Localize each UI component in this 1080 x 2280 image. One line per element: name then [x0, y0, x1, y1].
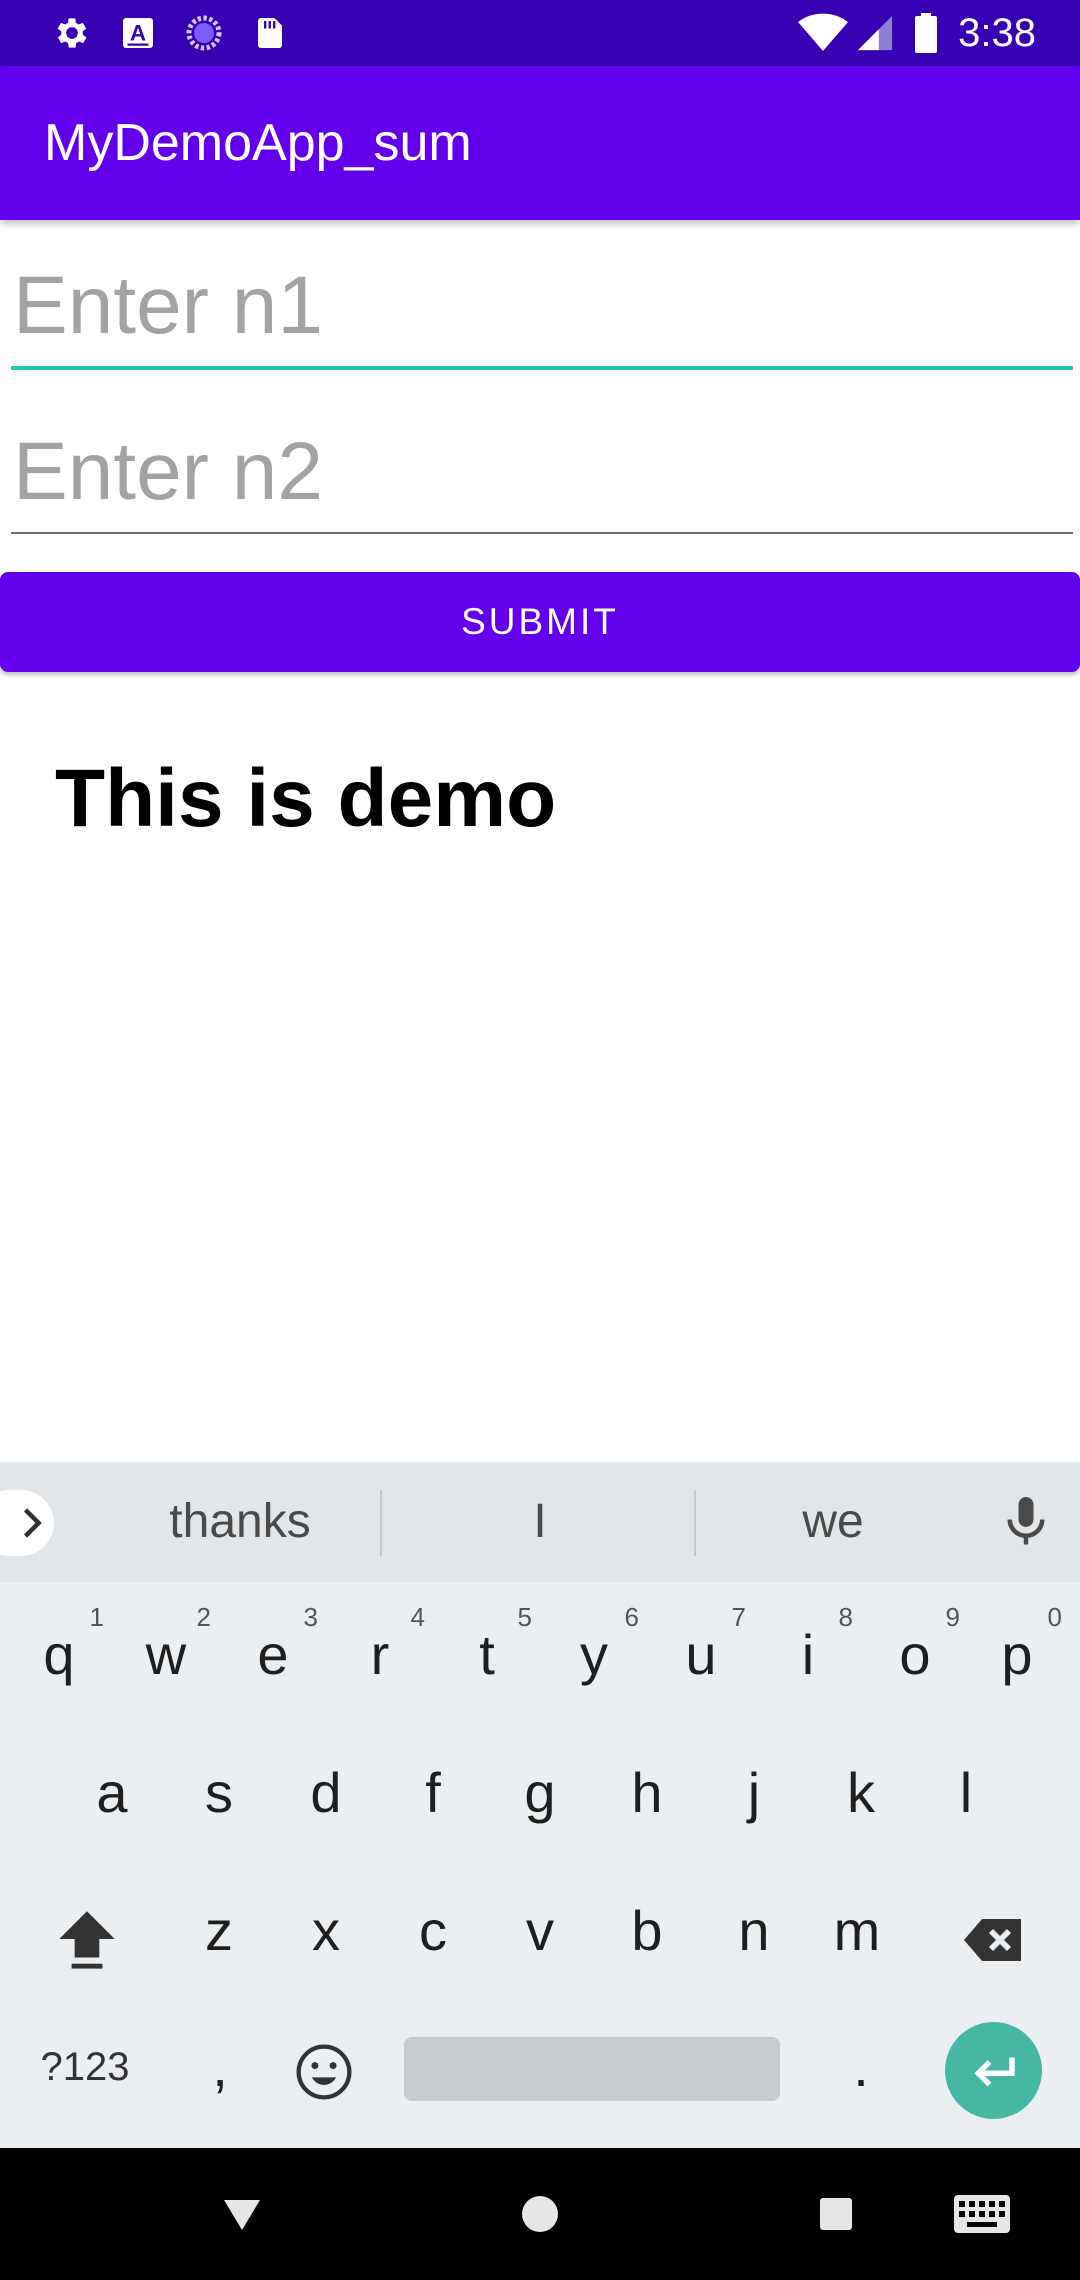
n2-input[interactable] [11, 412, 1073, 534]
key-r[interactable]: r4 [335, 1602, 425, 1687]
key-d[interactable]: d [281, 1760, 371, 1825]
status-bar: A 3:38 [0, 0, 1080, 66]
back-triangle-icon [224, 2200, 260, 2230]
shift-icon [59, 1911, 115, 1969]
key-c[interactable]: c [388, 1898, 478, 1963]
key-j[interactable]: j [709, 1760, 799, 1825]
recents-button[interactable] [796, 2148, 876, 2280]
suggestion-1[interactable]: thanks [90, 1462, 390, 1582]
key-v[interactable]: v [495, 1898, 585, 1963]
key-z[interactable]: z [174, 1898, 264, 1963]
expand-toolbar-button[interactable] [0, 1490, 54, 1556]
key-q[interactable]: q1 [14, 1602, 104, 1687]
key-m[interactable]: m [812, 1898, 902, 1963]
clock: 3:38 [958, 11, 1036, 55]
app-title: MyDemoApp_sum [44, 114, 472, 172]
shift-key[interactable] [50, 1902, 124, 1976]
suggestion-2[interactable]: I [390, 1462, 690, 1582]
back-button[interactable] [202, 2148, 282, 2280]
key-p[interactable]: p0 [972, 1602, 1062, 1687]
gear-icon [50, 13, 94, 53]
app-bar: MyDemoApp_sum [0, 66, 1080, 220]
key-y[interactable]: y6 [549, 1602, 639, 1687]
key-h[interactable]: h [602, 1760, 692, 1825]
backspace-key[interactable] [958, 1904, 1030, 1976]
backspace-icon [964, 1919, 1021, 1961]
submit-button[interactable]: SUBMIT [0, 572, 1080, 672]
loading-circle-icon [182, 13, 226, 53]
recents-square-icon [820, 2198, 852, 2230]
key-l[interactable]: l [921, 1760, 1011, 1825]
key-i[interactable]: i8 [763, 1602, 853, 1687]
key-n[interactable]: n [709, 1898, 799, 1963]
soft-keyboard: thanks I we q1 w2 e3 r4 t5 y6 u7 i8 o9 p… [0, 1462, 1080, 2148]
key-w[interactable]: w2 [121, 1602, 211, 1687]
spacebar[interactable] [404, 2037, 780, 2101]
emoji-icon [296, 2044, 352, 2100]
chevron-right-icon [23, 1508, 42, 1538]
sd-card-icon [250, 13, 290, 53]
key-g[interactable]: g [495, 1760, 585, 1825]
period-key[interactable]: . [816, 2034, 906, 2099]
key-e[interactable]: e3 [228, 1602, 318, 1687]
keyboard-switch-button[interactable] [942, 2148, 1022, 2280]
key-x[interactable]: x [281, 1898, 371, 1963]
result-text: This is demo [55, 753, 557, 844]
battery-icon [912, 13, 940, 53]
enter-key[interactable] [945, 2022, 1042, 2119]
screen: A 3:38 MyDemoApp_sum SUBMIT This is demo [0, 0, 1080, 2280]
suggestion-bar: thanks I we [0, 1462, 1080, 1582]
key-f[interactable]: f [388, 1760, 478, 1825]
home-circle-icon [522, 2196, 558, 2232]
comma-key[interactable]: , [175, 2034, 265, 2099]
key-k[interactable]: k [816, 1760, 906, 1825]
key-b[interactable]: b [602, 1898, 692, 1963]
navigation-bar [0, 2148, 1080, 2280]
keyboard-icon [954, 2195, 1010, 2233]
key-u[interactable]: u7 [656, 1602, 746, 1687]
key-t[interactable]: t5 [442, 1602, 532, 1687]
text-a-icon: A [118, 13, 158, 53]
key-a[interactable]: a [67, 1760, 157, 1825]
microphone-icon[interactable] [996, 1492, 1056, 1552]
symbols-key[interactable]: ?123 [30, 2045, 140, 2090]
signal-icon [855, 13, 895, 53]
svg-text:A: A [130, 21, 146, 46]
key-o[interactable]: o9 [870, 1602, 960, 1687]
suggestion-divider [380, 1490, 382, 1556]
n1-input[interactable] [11, 246, 1073, 370]
key-s[interactable]: s [174, 1760, 264, 1825]
enter-icon [973, 2057, 1015, 2086]
home-button[interactable] [500, 2148, 580, 2280]
suggestion-3[interactable]: we [690, 1462, 976, 1582]
wifi-icon [795, 13, 851, 53]
emoji-key[interactable] [292, 2040, 358, 2106]
